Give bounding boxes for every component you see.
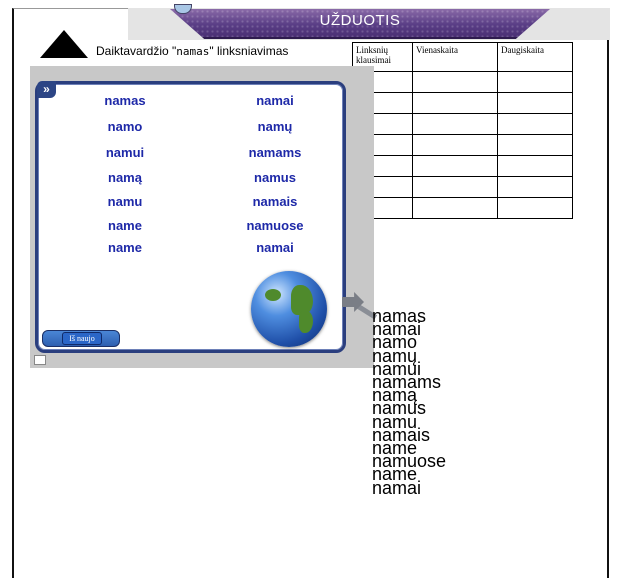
table-row [352, 92, 573, 114]
table-cell[interactable] [412, 155, 498, 177]
title-banner: UŽDUOTIS [170, 9, 550, 39]
stack-word: namai [372, 477, 422, 498]
table-header-row: Linksnių klausimai Vienaskaita Daugiskai… [352, 42, 573, 72]
column-header-plural: Daugiskaita [497, 42, 573, 72]
plural-word[interactable]: namus [220, 170, 330, 185]
singular-word[interactable]: name [70, 218, 180, 233]
plural-word[interactable]: namams [220, 145, 330, 160]
plural-word[interactable]: namais [220, 194, 330, 209]
expand-icon[interactable]: » [37, 81, 56, 98]
table-cell[interactable] [412, 197, 498, 219]
table-row: ? [352, 71, 573, 93]
banner-title: UŽDUOTIS [319, 12, 401, 29]
restart-button[interactable]: Iš naujo [42, 330, 120, 347]
restart-label: Iš naujo [62, 332, 102, 345]
declension-table: Linksnių klausimai Vienaskaita Daugiskai… [352, 42, 573, 219]
table-cell[interactable] [497, 71, 573, 93]
plural-word[interactable]: namų [220, 119, 330, 134]
singular-word[interactable]: namą [70, 170, 180, 185]
table-cell[interactable] [412, 71, 498, 93]
singular-word[interactable]: namu [70, 194, 180, 209]
table-cell[interactable] [497, 113, 573, 135]
singular-word[interactable]: namui [70, 145, 180, 160]
triangle-icon [40, 30, 88, 58]
table-row: a? [352, 113, 573, 135]
singular-word[interactable]: name [70, 240, 180, 255]
globe-icon[interactable] [251, 271, 327, 347]
table-row [352, 197, 573, 219]
table-row: ? [352, 176, 573, 198]
singular-word[interactable]: namo [70, 119, 180, 134]
exercise-heading: Daiktavardžio "namas" linksniavimas [96, 44, 289, 58]
table-cell[interactable] [412, 176, 498, 198]
table-cell[interactable] [497, 197, 573, 219]
table-cell[interactable] [497, 176, 573, 198]
note-icon[interactable] [34, 355, 46, 365]
table-cell[interactable] [497, 155, 573, 177]
word-stack: namas namai namo namų namui namams namą … [372, 307, 446, 498]
table-row [352, 134, 573, 156]
table-cell[interactable] [497, 134, 573, 156]
table-cell[interactable] [412, 113, 498, 135]
plural-word[interactable]: namai [220, 240, 330, 255]
plural-word[interactable]: namai [220, 93, 330, 108]
singular-word[interactable]: namas [70, 93, 180, 108]
table-cell[interactable] [412, 134, 498, 156]
table-cell[interactable] [412, 92, 498, 114]
plural-word[interactable]: namuose [220, 218, 330, 233]
table-cell[interactable] [497, 92, 573, 114]
table-row: ? [352, 155, 573, 177]
column-header-singular: Vienaskaita [412, 42, 498, 72]
